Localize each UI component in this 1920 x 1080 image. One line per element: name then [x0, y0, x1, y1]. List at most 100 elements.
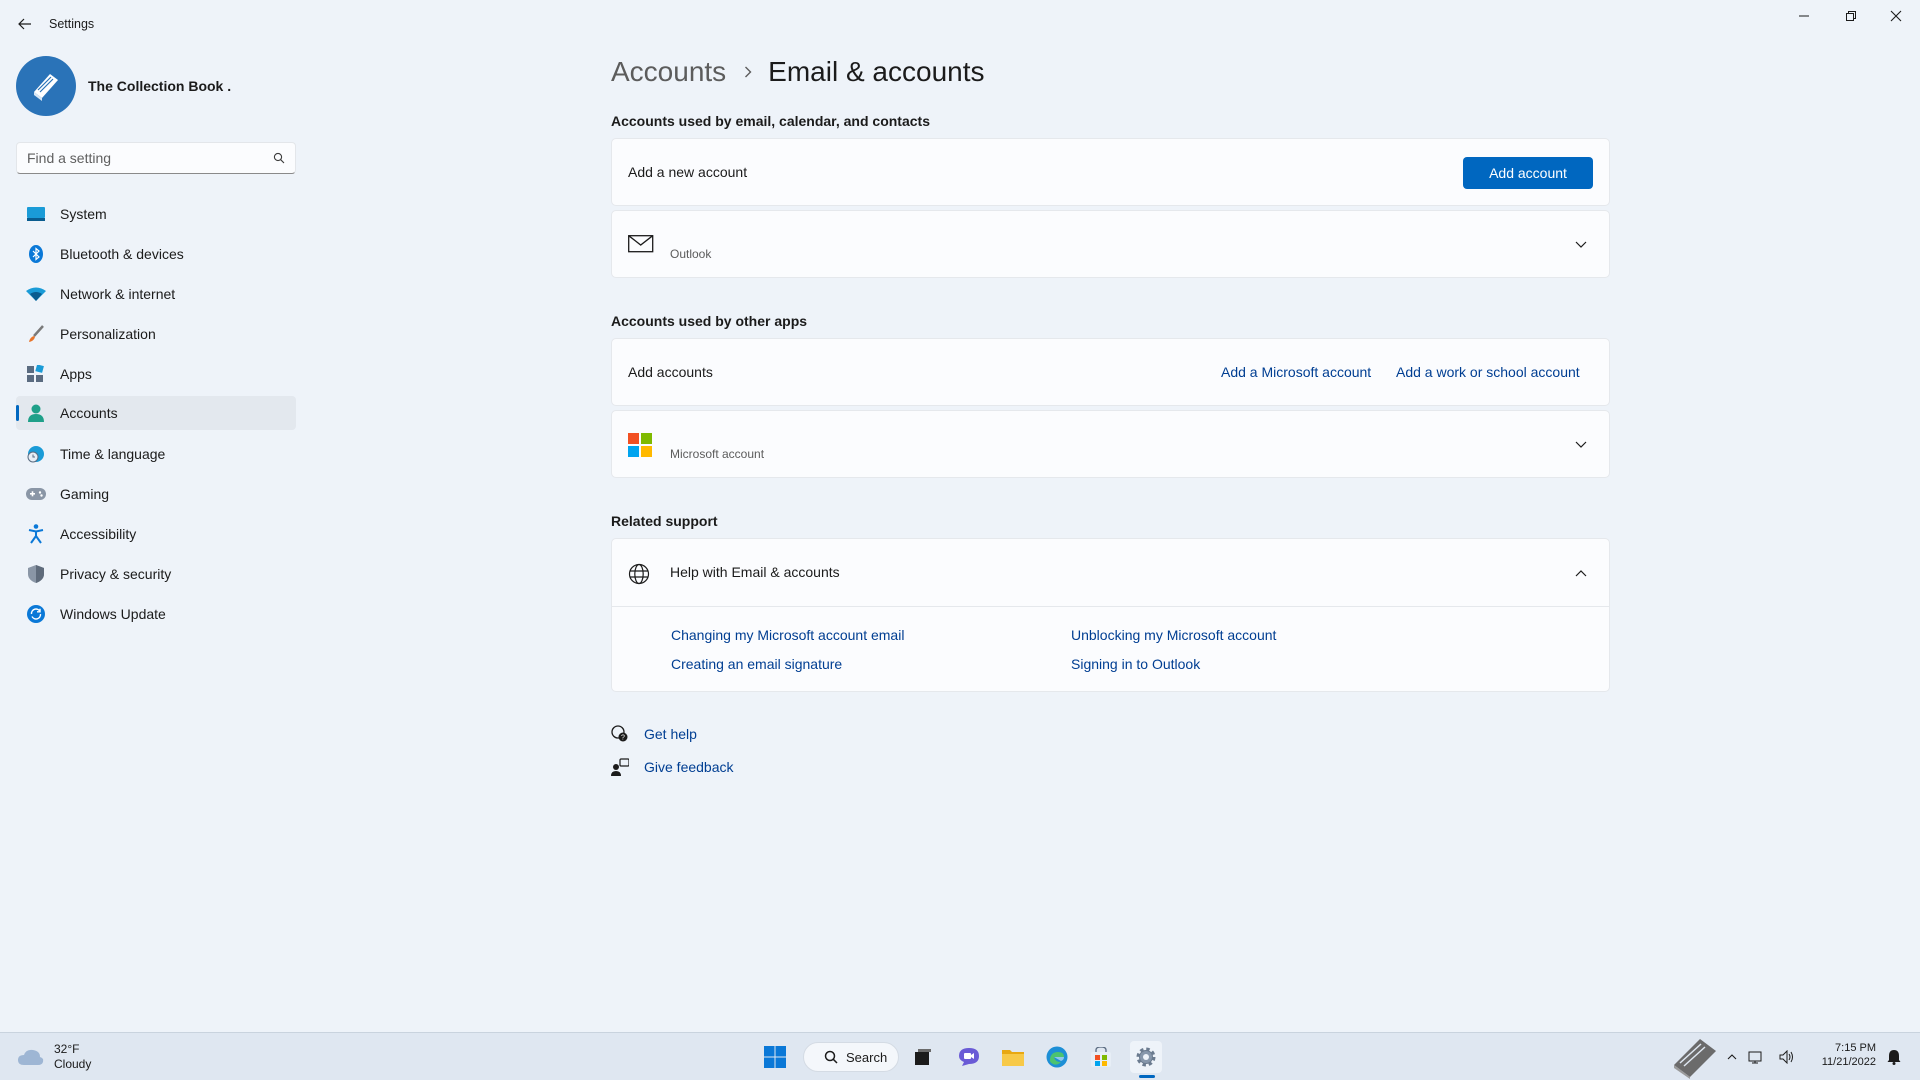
give-feedback-row[interactable]: Give feedback	[611, 758, 734, 776]
sidebar-item-windows-update[interactable]: Windows Update	[16, 597, 296, 631]
taskbar-search-label: Search	[846, 1049, 888, 1065]
sidebar-item-accounts[interactable]: Accounts	[16, 396, 296, 430]
book-icon	[34, 74, 58, 101]
settings-search[interactable]	[16, 142, 296, 174]
avatar	[16, 56, 76, 116]
sidebar-item-personalization[interactable]: Personalization	[16, 317, 296, 351]
windows-logo-icon	[764, 1046, 786, 1068]
chevron-down-icon[interactable]	[1571, 435, 1591, 455]
feedback-icon	[611, 758, 629, 776]
weather-temperature: 32°F	[54, 1042, 80, 1056]
microsoft-logo-icon	[628, 433, 652, 457]
page-title: Email & accounts	[768, 56, 985, 87]
profile-card[interactable]: The Collection Book .	[16, 56, 231, 116]
network-icon	[1748, 1051, 1762, 1064]
sidebar-item-gaming[interactable]: Gaming	[16, 477, 296, 511]
clock-globe-icon	[26, 444, 46, 464]
taskbar-search[interactable]: Search	[803, 1042, 899, 1072]
add-work-account-link[interactable]: Add a work or school account	[1396, 364, 1580, 380]
breadcrumb-parent[interactable]: Accounts	[611, 56, 726, 88]
folder-icon	[1002, 1050, 1024, 1066]
support-section-title: Related support	[611, 513, 718, 529]
book-logo-icon	[1674, 1039, 1716, 1079]
help-expander-header[interactable]: Help with Email & accounts	[612, 539, 1609, 607]
show-hidden-icons-button[interactable]	[1725, 1041, 1739, 1073]
get-help-row[interactable]: ? Get help	[611, 725, 697, 743]
notifications-button[interactable]	[1882, 1041, 1906, 1073]
sidebar-item-bluetooth[interactable]: Bluetooth & devices	[16, 237, 296, 271]
clock-date: 11/21/2022	[1821, 1056, 1876, 1068]
restore-icon	[1846, 11, 1856, 21]
close-icon	[1890, 10, 1902, 22]
add-account-button[interactable]: Add account	[1463, 157, 1593, 189]
person-icon	[26, 403, 46, 423]
sidebar-item-time-language[interactable]: Time & language	[16, 437, 296, 471]
chevron-right-icon	[744, 66, 752, 78]
app-title: Settings	[49, 17, 95, 31]
search-icon	[273, 152, 285, 164]
settings-app-button[interactable]	[1130, 1041, 1162, 1073]
get-help-link[interactable]: Get help	[644, 726, 697, 742]
restore-button[interactable]	[1828, 6, 1874, 26]
help-link-unblock-account[interactable]: Unblocking my Microsoft account	[1071, 627, 1276, 643]
watermark-logo	[1670, 1035, 1720, 1079]
store-button[interactable]	[1085, 1041, 1117, 1073]
outlook-provider-label: Outlook	[670, 247, 712, 261]
clock[interactable]: 7:15 PM 11/21/2022	[1800, 1042, 1876, 1068]
gamepad-icon	[26, 484, 46, 504]
svg-text:?: ?	[621, 735, 625, 742]
chevron-up-icon	[1727, 1054, 1737, 1060]
profile-name: The Collection Book .	[88, 78, 232, 94]
task-view-button[interactable]	[907, 1041, 939, 1073]
chat-app-button[interactable]	[953, 1041, 985, 1073]
add-accounts-row: Add accounts Add a Microsoft account Add…	[611, 338, 1610, 406]
wifi-icon	[26, 284, 46, 304]
title-bar: Settings	[0, 0, 1920, 48]
help-link-sign-in-outlook[interactable]: Signing in to Outlook	[1071, 656, 1200, 672]
microsoft-provider-label: Microsoft account	[670, 447, 765, 461]
network-tray-button[interactable]	[1745, 1041, 1767, 1073]
edge-icon	[1046, 1046, 1068, 1068]
shield-icon	[26, 564, 46, 584]
add-new-account-label: Add a new account	[628, 164, 748, 180]
start-button[interactable]	[759, 1041, 791, 1073]
close-button[interactable]	[1873, 6, 1919, 26]
search-input[interactable]	[27, 150, 273, 166]
back-arrow-icon	[18, 18, 31, 30]
breadcrumb: Accounts Email & accounts	[611, 56, 985, 88]
help-link-email-signature[interactable]: Creating an email signature	[671, 656, 842, 672]
chevron-up-icon[interactable]	[1571, 563, 1591, 583]
give-feedback-link[interactable]: Give feedback	[644, 759, 734, 775]
chat-icon	[959, 1048, 979, 1066]
sidebar-item-network[interactable]: Network & internet	[16, 277, 296, 311]
accessibility-icon	[26, 524, 46, 544]
back-button[interactable]	[14, 14, 36, 34]
email-section-title: Accounts used by email, calendar, and co…	[611, 113, 930, 129]
weather-description: Cloudy	[54, 1057, 92, 1071]
sidebar-item-privacy[interactable]: Privacy & security	[16, 557, 296, 591]
help-link-change-email[interactable]: Changing my Microsoft account email	[671, 627, 904, 643]
globe-icon	[628, 563, 650, 585]
taskbar: 32°F Cloudy Search 7:15 PM 11/21/2022	[0, 1032, 1920, 1080]
sidebar-item-accessibility[interactable]: Accessibility	[16, 517, 296, 551]
edge-browser-button[interactable]	[1041, 1041, 1073, 1073]
file-explorer-button[interactable]	[997, 1041, 1029, 1073]
minimize-button[interactable]	[1781, 6, 1827, 26]
system-icon	[26, 204, 46, 224]
weather-widget[interactable]: 32°F Cloudy	[18, 1042, 91, 1072]
add-microsoft-account-link[interactable]: Add a Microsoft account	[1221, 364, 1371, 380]
chevron-down-icon[interactable]	[1571, 235, 1591, 255]
help-title: Help with Email & accounts	[670, 564, 840, 580]
mail-icon	[628, 235, 654, 253]
volume-tray-button[interactable]	[1776, 1041, 1798, 1073]
sidebar-item-system[interactable]: System	[16, 197, 296, 231]
microsoft-account-row[interactable]: Microsoft account	[611, 410, 1610, 478]
sidebar-item-apps[interactable]: Apps	[16, 357, 296, 391]
help-expander: Help with Email & accounts Changing my M…	[611, 538, 1610, 692]
store-icon	[1091, 1047, 1111, 1067]
help-chat-icon: ?	[611, 725, 628, 742]
outlook-account-row[interactable]: Outlook	[611, 210, 1610, 278]
active-app-indicator	[1139, 1075, 1155, 1078]
add-new-account-row: Add a new account Add account	[611, 138, 1610, 206]
gear-icon	[1136, 1047, 1156, 1067]
